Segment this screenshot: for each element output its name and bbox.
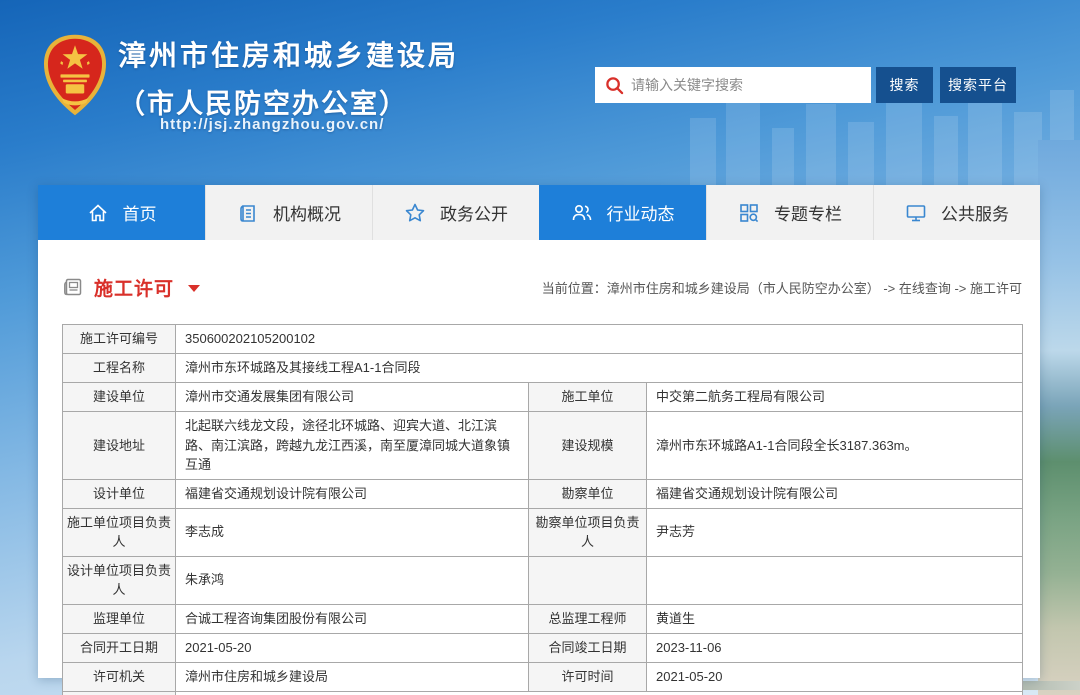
field-value: 2021-05-20 (176, 633, 529, 662)
site-title-line1: 漳州市住房和城乡建设局 (118, 34, 459, 74)
permit-detail-table: 施工许可编号350600202105200102工程名称漳州市东环城路及其接线工… (62, 324, 1023, 695)
star-icon (404, 202, 426, 224)
site-url: http://jsj.zhangzhou.gov.cn/ (160, 116, 384, 133)
field-value: 漳州市东环城路A1-1合同段全长3187.363m。 (647, 412, 1023, 480)
field-value: 黄道生 (647, 604, 1023, 633)
field-label: 建设地址 (63, 412, 176, 480)
site-header: 漳州市住房和城乡建设局 （市人民防空办公室） http://jsj.zhangz… (0, 0, 1080, 185)
field-label: 勘察单位项目负责人 (529, 508, 647, 556)
section-header: 施工许可 当前位置：漳州市住房和城乡建设局（市人民防空办公室） -> 在线查询 … (62, 270, 1022, 304)
field-label (529, 556, 647, 604)
tab-label: 首页 (123, 200, 157, 225)
table-row: 许可机关漳州市住房和城乡建设局许可时间2021-05-20 (63, 662, 1023, 691)
field-label: 网站公告内容 (63, 691, 176, 695)
main-nav: 首页 机构概况 政务公开 行业动态 (38, 185, 1040, 240)
field-value: 漳州市住房和城乡建设局 (176, 662, 529, 691)
table-row: 工程名称漳州市东环城路及其接线工程A1-1合同段 (63, 354, 1023, 383)
field-label: 施工许可编号 (63, 325, 176, 354)
field-value: 尹志芳 (647, 508, 1023, 556)
table-row: 设计单位福建省交通规划设计院有限公司勘察单位福建省交通规划设计院有限公司 (63, 479, 1023, 508)
tab-special-topics[interactable]: 专题专栏 (706, 185, 873, 240)
field-value: 漳州市东环城路及其接线工程A1-1合同段 (176, 354, 1023, 383)
field-label: 设计单位 (63, 479, 176, 508)
tab-public-services[interactable]: 公共服务 (873, 185, 1040, 240)
table-row: 施工单位项目负责人李志成勘察单位项目负责人尹志芳 (63, 508, 1023, 556)
field-value: 福建省交通规划设计院有限公司 (647, 479, 1023, 508)
header-search: 搜索 搜索平台 (595, 67, 1016, 103)
search-icon (605, 76, 624, 95)
tab-label: 专题专栏 (774, 200, 842, 225)
tab-industry-news[interactable]: 行业动态 (539, 185, 706, 240)
field-label: 合同开工日期 (63, 633, 176, 662)
field-label: 建设规模 (529, 412, 647, 480)
tab-agency-overview[interactable]: 机构概况 (205, 185, 372, 240)
field-label: 工程名称 (63, 354, 176, 383)
field-value (176, 691, 1023, 695)
field-label: 许可机关 (63, 662, 176, 691)
field-label: 合同竣工日期 (529, 633, 647, 662)
field-label: 设计单位项目负责人 (63, 556, 176, 604)
search-input[interactable] (631, 77, 871, 93)
field-value: 350600202105200102 (176, 325, 1023, 354)
field-label: 总监理工程师 (529, 604, 647, 633)
table-row: 施工许可编号350600202105200102 (63, 325, 1023, 354)
search-button[interactable]: 搜索 (876, 67, 933, 103)
tab-label: 行业动态 (607, 200, 675, 225)
table-row: 设计单位项目负责人朱承鸿 (63, 556, 1023, 604)
search-platform-button[interactable]: 搜索平台 (940, 67, 1016, 103)
field-value: 漳州市交通发展集团有限公司 (176, 383, 529, 412)
background-scenery (1038, 140, 1080, 695)
tab-home[interactable]: 首页 (38, 185, 205, 240)
field-label: 施工单位 (529, 383, 647, 412)
site-title: 漳州市住房和城乡建设局 （市人民防空办公室） (118, 34, 459, 121)
field-label: 勘察单位 (529, 479, 647, 508)
content-card: 首页 机构概况 政务公开 行业动态 (38, 185, 1040, 678)
section-title: 施工许可 (94, 274, 174, 301)
table-row: 建设地址北起联六线龙文段，途径北环城路、迎宾大道、北江滨路、南江滨路，跨越九龙江… (63, 412, 1023, 480)
home-icon (87, 202, 109, 224)
field-label: 建设单位 (63, 383, 176, 412)
field-label: 施工单位项目负责人 (63, 508, 176, 556)
field-value: 福建省交通规划设计院有限公司 (176, 479, 529, 508)
table-row: 建设单位漳州市交通发展集团有限公司施工单位中交第二航务工程局有限公司 (63, 383, 1023, 412)
table-row: 监理单位合诚工程咨询集团股份有限公司总监理工程师黄道生 (63, 604, 1023, 633)
search-box[interactable] (595, 67, 871, 103)
page: 漳州市住房和城乡建设局 （市人民防空办公室） http://jsj.zhangz… (0, 0, 1080, 695)
national-emblem-icon (42, 33, 108, 117)
tab-gov-affairs[interactable]: 政务公开 (372, 185, 539, 240)
tab-label: 机构概况 (273, 200, 341, 225)
document-icon (237, 202, 259, 224)
table-row: 网站公告内容 (63, 691, 1023, 695)
field-label: 许可时间 (529, 662, 647, 691)
tab-label: 政务公开 (440, 200, 508, 225)
breadcrumb: 当前位置：漳州市住房和城乡建设局（市人民防空办公室） -> 在线查询 -> 施工… (542, 278, 1022, 297)
people-icon (571, 202, 593, 224)
field-value: 朱承鸿 (176, 556, 529, 604)
chevron-down-icon[interactable] (188, 285, 200, 292)
field-value: 中交第二航务工程局有限公司 (647, 383, 1023, 412)
field-value: 李志成 (176, 508, 529, 556)
field-value (647, 556, 1023, 604)
field-value: 合诚工程咨询集团股份有限公司 (176, 604, 529, 633)
grid-icon (738, 202, 760, 224)
table-row: 合同开工日期2021-05-20合同竣工日期2023-11-06 (63, 633, 1023, 662)
field-value: 2023-11-06 (647, 633, 1023, 662)
monitor-icon (905, 202, 927, 224)
tab-label: 公共服务 (941, 200, 1009, 225)
news-section-icon (62, 276, 84, 298)
field-value: 2021-05-20 (647, 662, 1023, 691)
field-label: 监理单位 (63, 604, 176, 633)
field-value: 北起联六线龙文段，途径北环城路、迎宾大道、北江滨路、南江滨路，跨越九龙江西溪，南… (176, 412, 529, 480)
